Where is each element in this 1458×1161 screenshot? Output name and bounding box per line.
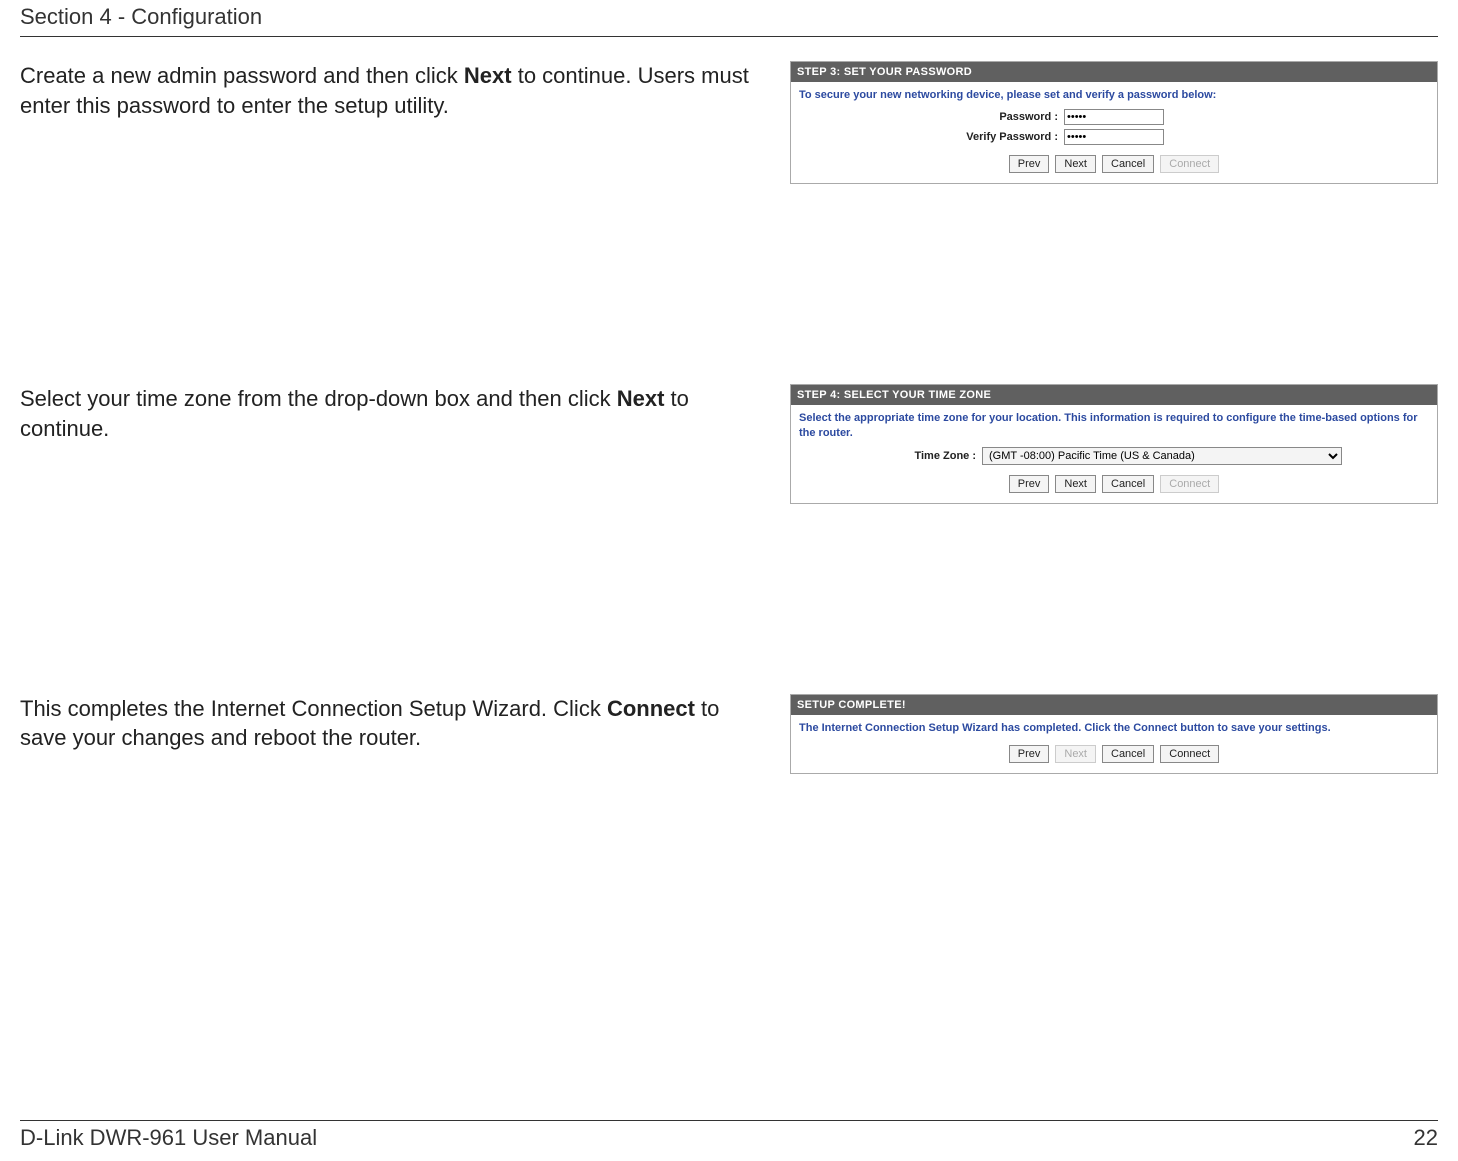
verify-password-label: Verify Password : (878, 131, 1058, 143)
panel-body: Select the appropriate time zone for you… (791, 405, 1437, 503)
step3-panel: STEP 3: SET YOUR PASSWORD To secure your… (790, 61, 1438, 184)
prev-button[interactable]: Prev (1009, 155, 1050, 173)
cancel-button[interactable]: Cancel (1102, 475, 1154, 493)
section-header: Section 4 - Configuration (20, 0, 1438, 36)
text: Create a new admin password and then cli… (20, 63, 464, 88)
button-row: Prev Next Cancel Connect (799, 745, 1429, 763)
complete-instruction: This completes the Internet Connection S… (20, 694, 760, 753)
timezone-select[interactable]: (GMT -08:00) Pacific Time (US & Canada) (982, 447, 1342, 465)
connect-button: Connect (1160, 155, 1219, 173)
footer-rule (20, 1120, 1438, 1121)
complete-row: This completes the Internet Connection S… (20, 694, 1438, 775)
header-rule (20, 36, 1438, 37)
panel-title: STEP 3: SET YOUR PASSWORD (791, 62, 1437, 82)
connect-button: Connect (1160, 475, 1219, 493)
panel-help-text: To secure your new networking device, pl… (799, 88, 1429, 103)
next-button[interactable]: Next (1055, 155, 1096, 173)
page-footer: D-Link DWR-961 User Manual 22 (20, 1120, 1438, 1151)
cancel-button[interactable]: Cancel (1102, 155, 1154, 173)
step4-instruction: Select your time zone from the drop-down… (20, 384, 760, 443)
verify-row: Verify Password : (799, 129, 1429, 145)
step4-panel: STEP 4: SELECT YOUR TIME ZONE Select the… (790, 384, 1438, 504)
step3-instruction: Create a new admin password and then cli… (20, 61, 760, 120)
step3-row: Create a new admin password and then cli… (20, 61, 1438, 184)
connect-button[interactable]: Connect (1160, 745, 1219, 763)
panel-help-text: The Internet Connection Setup Wizard has… (799, 721, 1429, 736)
bold-connect: Connect (607, 696, 695, 721)
panel-help-text: Select the appropriate time zone for you… (799, 411, 1429, 441)
timezone-label: Time Zone : (886, 450, 976, 462)
timezone-row: Time Zone : (GMT -08:00) Pacific Time (U… (799, 447, 1429, 465)
manual-name: D-Link DWR-961 User Manual (20, 1125, 317, 1151)
button-row: Prev Next Cancel Connect (799, 475, 1429, 493)
panel-body: To secure your new networking device, pl… (791, 82, 1437, 183)
panel-title: STEP 4: SELECT YOUR TIME ZONE (791, 385, 1437, 405)
password-input[interactable] (1064, 109, 1164, 125)
prev-button[interactable]: Prev (1009, 745, 1050, 763)
verify-password-input[interactable] (1064, 129, 1164, 145)
step4-row: Select your time zone from the drop-down… (20, 384, 1438, 504)
bold-next: Next (617, 386, 665, 411)
complete-panel: SETUP COMPLETE! The Internet Connection … (790, 694, 1438, 775)
button-row: Prev Next Cancel Connect (799, 155, 1429, 173)
footer-row: D-Link DWR-961 User Manual 22 (20, 1125, 1438, 1151)
panel-body: The Internet Connection Setup Wizard has… (791, 715, 1437, 774)
panel-title: SETUP COMPLETE! (791, 695, 1437, 715)
text: Select your time zone from the drop-down… (20, 386, 617, 411)
next-button[interactable]: Next (1055, 475, 1096, 493)
prev-button[interactable]: Prev (1009, 475, 1050, 493)
password-row: Password : (799, 109, 1429, 125)
cancel-button[interactable]: Cancel (1102, 745, 1154, 763)
bold-next: Next (464, 63, 512, 88)
password-label: Password : (878, 111, 1058, 123)
page-number: 22 (1414, 1125, 1438, 1151)
text: This completes the Internet Connection S… (20, 696, 607, 721)
next-button: Next (1055, 745, 1096, 763)
